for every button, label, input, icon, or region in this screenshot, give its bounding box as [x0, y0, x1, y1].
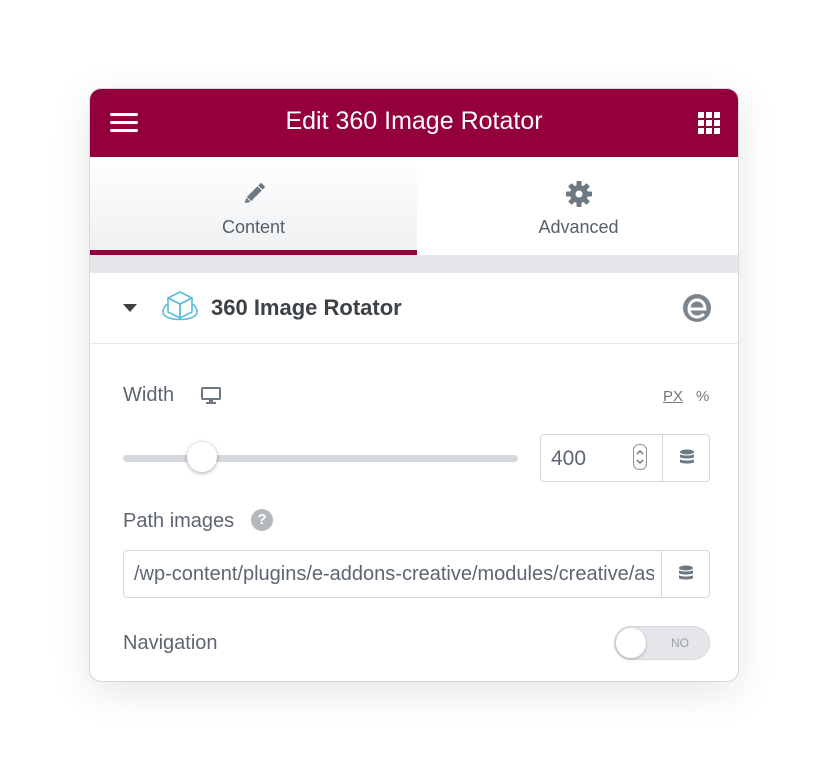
dynamic-tags-icon[interactable]	[679, 449, 695, 467]
width-label: Width	[123, 384, 175, 406]
toggle-knob[interactable]	[616, 628, 646, 658]
width-slider-handle[interactable]	[187, 442, 217, 472]
tab-advanced-label: Advanced	[538, 217, 619, 237]
pencil-icon	[239, 179, 269, 209]
editor-panel: Edit 360 Image Rotator Content Advanced …	[89, 88, 739, 682]
caret-down-icon[interactable]	[123, 304, 137, 312]
navigation-label: Navigation	[123, 632, 218, 654]
tabs-separator	[90, 255, 738, 273]
width-number-input[interactable]: 400	[540, 434, 710, 482]
dynamic-tags-icon[interactable]	[678, 565, 694, 583]
section-title: 360 Image Rotator	[211, 295, 402, 320]
input-divider	[662, 435, 663, 481]
navigation-toggle[interactable]: NO	[614, 626, 710, 660]
panel-header: Edit 360 Image Rotator	[90, 89, 738, 157]
path-images-input[interactable]: /wp-content/plugins/e-addons-creative/mo…	[123, 550, 710, 598]
width-value[interactable]: 400	[551, 447, 586, 471]
width-slider-track[interactable]	[123, 455, 518, 462]
grid-icon[interactable]	[696, 110, 722, 136]
path-images-value[interactable]: /wp-content/plugins/e-addons-creative/mo…	[134, 563, 654, 586]
e-addons-logo-icon	[682, 293, 712, 323]
cube-icon	[158, 288, 202, 328]
tab-advanced[interactable]: Advanced	[417, 157, 738, 255]
panel-tabs: Content Advanced	[90, 157, 738, 255]
tab-content[interactable]: Content	[90, 157, 417, 255]
question-icon[interactable]: ?	[251, 509, 273, 531]
section-header[interactable]: 360 Image Rotator	[90, 273, 738, 344]
gear-icon	[564, 179, 594, 209]
unit-percent[interactable]: %	[696, 388, 709, 405]
input-divider	[661, 551, 662, 597]
stepper-icon[interactable]	[633, 444, 647, 470]
unit-px[interactable]: PX	[663, 388, 683, 405]
desktop-icon[interactable]	[201, 387, 221, 405]
path-images-label: Path images	[123, 510, 235, 532]
tab-content-label: Content	[221, 217, 286, 237]
panel-title: Edit 360 Image Rotator	[285, 107, 543, 135]
toggle-state: NO	[671, 636, 689, 650]
